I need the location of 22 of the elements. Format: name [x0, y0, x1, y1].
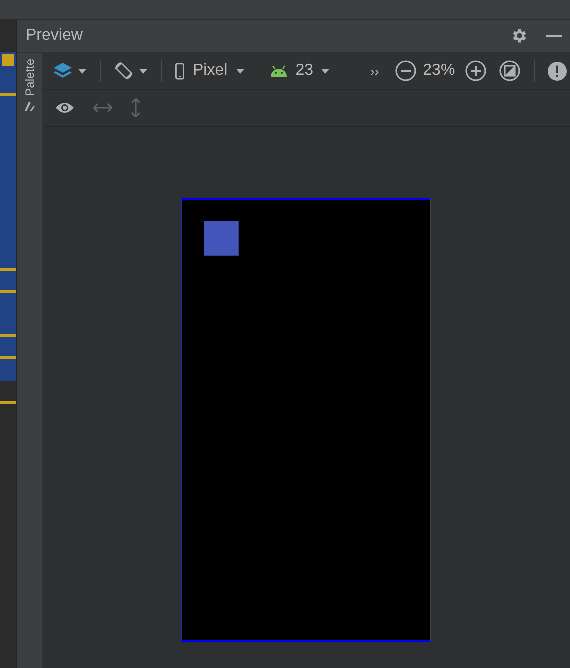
palette-tab[interactable]: Palette	[17, 53, 42, 116]
caret-icon	[139, 68, 148, 74]
caret-icon	[321, 68, 330, 74]
android-icon	[270, 65, 288, 77]
caret-icon	[236, 68, 245, 74]
warning-icon[interactable]	[548, 62, 568, 80]
zoom-in-icon[interactable]	[465, 60, 488, 82]
zoom-out-icon[interactable]	[395, 60, 418, 82]
palette-icon	[24, 100, 36, 112]
overflow-button[interactable]: ››	[370, 64, 380, 78]
device-dropdown[interactable]: Pixel	[175, 62, 245, 80]
panel-title: Preview	[26, 27, 84, 45]
phone-icon	[175, 62, 185, 80]
zoom-fit-icon[interactable]	[499, 60, 522, 82]
orientation-dropdown[interactable]	[114, 61, 148, 81]
layers-dropdown[interactable]	[53, 62, 87, 80]
rotate-icon	[114, 61, 134, 81]
zoom-level: 23%	[423, 62, 456, 80]
layers-icon	[53, 62, 73, 80]
api-level-dropdown[interactable]: 23	[270, 62, 330, 80]
caret-icon	[78, 68, 87, 74]
minimize-icon[interactable]	[546, 34, 562, 38]
